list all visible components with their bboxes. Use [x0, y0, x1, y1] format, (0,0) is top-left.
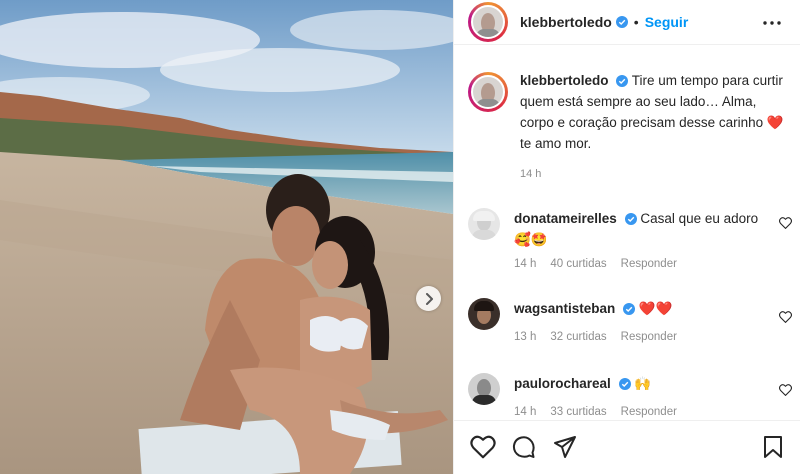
follow-button[interactable]: Seguir [645, 14, 689, 30]
comment-time[interactable]: 13 h [514, 331, 536, 343]
caption-author[interactable]: klebbertoledo [520, 73, 609, 88]
reply-button[interactable]: Responder [621, 406, 677, 418]
comment-likes[interactable]: 40 curtidas [550, 258, 606, 270]
more-icon[interactable] [763, 12, 781, 30]
comment-like-heart-icon[interactable] [779, 383, 792, 401]
comment-emojis: ❤️❤️ [638, 301, 673, 316]
comment-text: Casal que eu adoro [640, 211, 759, 226]
beach-couple-photo [0, 0, 453, 474]
comment-text-block: wagsantisteban ❤️❤️ [514, 298, 764, 319]
comment-text-block: donatameirelles Casal que eu adoro 🥰🤩 [514, 208, 764, 250]
verified-badge-icon [623, 303, 636, 316]
comment-emojis: 🙌 [634, 376, 652, 391]
comment-time[interactable]: 14 h [514, 406, 536, 418]
bookmark-icon[interactable] [762, 435, 784, 464]
comment-meta: 14 h 40 curtidas Responder [514, 258, 764, 270]
separator-dot: • [633, 14, 639, 30]
comment-like-heart-icon[interactable] [779, 216, 792, 234]
post-caption: klebbertoledo Tire um tempo para curtir … [468, 72, 788, 180]
comment-username[interactable]: donatameirelles [514, 211, 617, 226]
caption-author-avatar[interactable] [468, 72, 508, 112]
carousel-next-button[interactable] [416, 286, 441, 311]
comment-item: paulorochareal 🙌 14 h 33 curtidas Respon… [468, 373, 792, 418]
post-side-panel: klebbertoledo • Seguir klebbertoledo Tir… [453, 0, 800, 474]
post-photo[interactable] [0, 0, 453, 474]
caption-text-block: klebbertoledo Tire um tempo para curtir … [520, 70, 788, 154]
comment-username[interactable]: wagsantisteban [514, 301, 615, 316]
verified-badge-icon [618, 378, 631, 391]
red-heart-emoji: ❤️ [766, 115, 784, 130]
author-username[interactable]: klebbertoledo [520, 14, 612, 30]
verified-badge-icon [624, 213, 637, 226]
comment-meta: 14 h 33 curtidas Responder [514, 406, 764, 418]
verified-badge-icon [615, 16, 628, 28]
comment-likes[interactable]: 33 curtidas [550, 406, 606, 418]
comment-likes[interactable]: 32 curtidas [550, 331, 606, 343]
caption-end: te amo mor. [520, 136, 592, 151]
author-avatar[interactable] [468, 2, 508, 42]
reply-button[interactable]: Responder [621, 331, 677, 343]
comment-emojis: 🥰🤩 [514, 232, 548, 247]
verified-badge-icon [616, 75, 629, 88]
comment-item: donatameirelles Casal que eu adoro 🥰🤩 14… [468, 208, 792, 270]
commenter-avatar[interactable] [468, 208, 500, 240]
comment-like-heart-icon[interactable] [779, 310, 792, 328]
comment-item: wagsantisteban ❤️❤️ 13 h 32 curtidas Res… [468, 298, 792, 343]
chevron-right-icon [425, 292, 433, 305]
post-header: klebbertoledo • Seguir [454, 0, 800, 45]
comment-time[interactable]: 14 h [514, 258, 536, 270]
comment-icon[interactable] [512, 435, 536, 464]
commenter-avatar[interactable] [468, 298, 500, 330]
post-actions-bar [454, 420, 800, 474]
comment-meta: 13 h 32 curtidas Responder [514, 331, 764, 343]
heart-icon[interactable] [470, 435, 496, 464]
send-icon[interactable] [553, 435, 577, 464]
commenter-avatar[interactable] [468, 373, 500, 405]
comment-text-block: paulorochareal 🙌 [514, 373, 764, 394]
comment-username[interactable]: paulorochareal [514, 376, 611, 391]
reply-button[interactable]: Responder [621, 258, 677, 270]
post-time[interactable]: 14 h [520, 168, 788, 180]
